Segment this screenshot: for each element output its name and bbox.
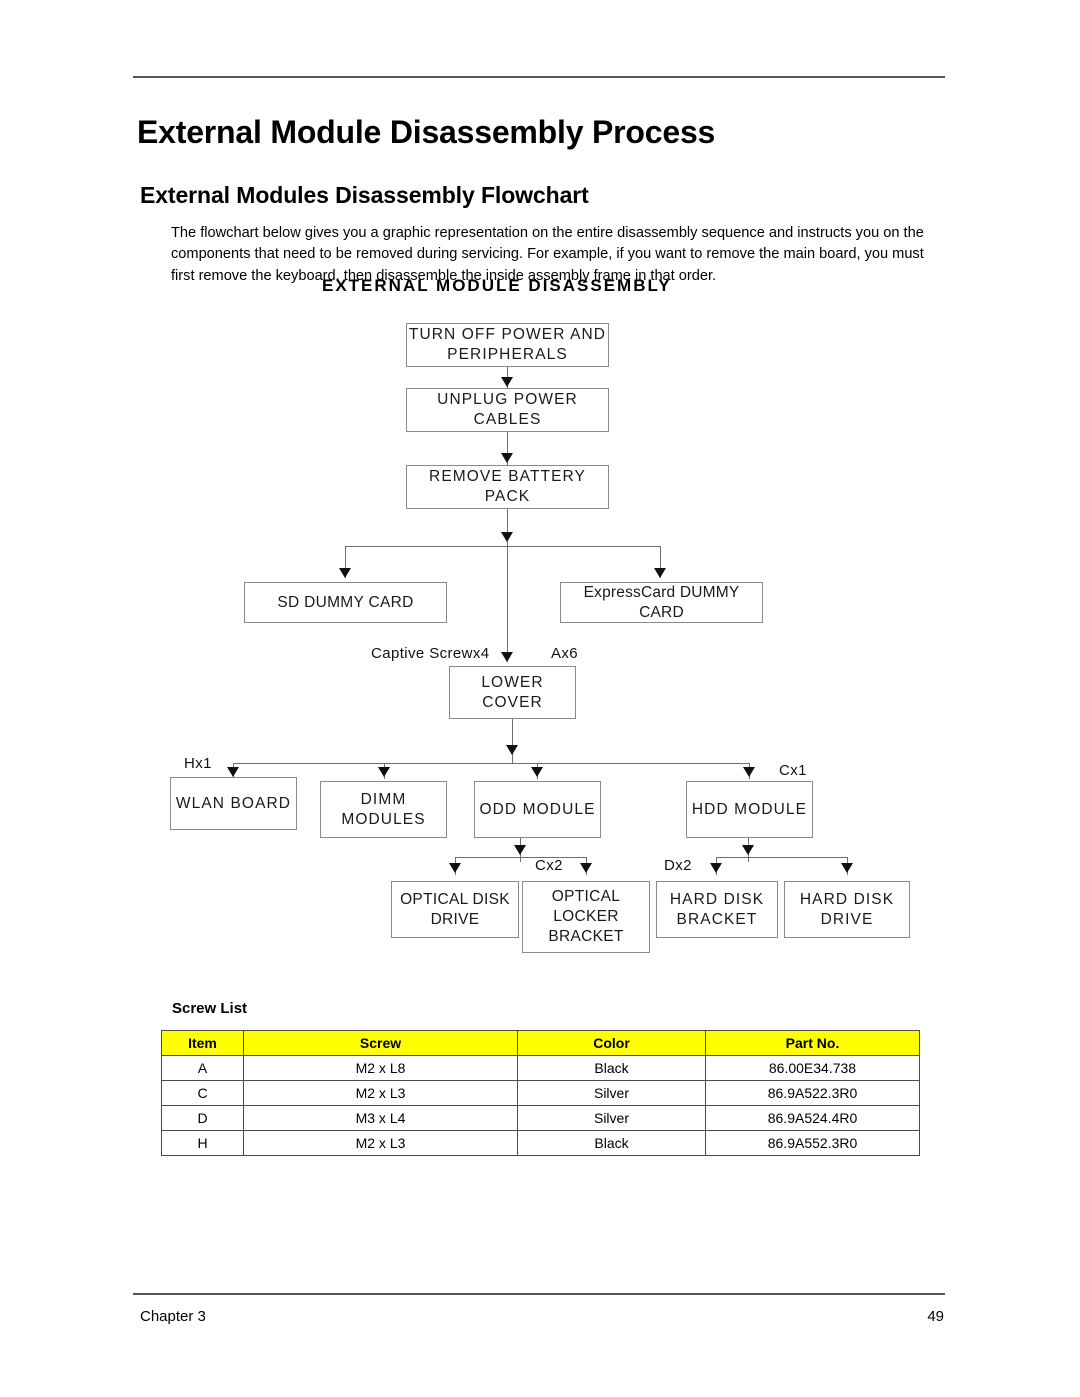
node-optical-disk-drive-label: OPTICAL DISK DRIVE <box>400 890 510 928</box>
label-captive-screw: Captive Screwx4 <box>371 645 490 662</box>
arrow-battery-down <box>501 532 513 542</box>
node-hard-disk-bracket: HARD DISK BRACKET <box>656 881 778 938</box>
column-header-part-no: Part No. <box>705 1030 920 1056</box>
footer-rule <box>133 1293 945 1295</box>
cell-part-no: 86.9A552.3R0 <box>705 1130 920 1156</box>
node-turn-off-power: TURN OFF POWER AND PERIPHERALS <box>406 323 609 367</box>
arrow-odd-down <box>514 845 526 855</box>
node-hard-disk-bracket-label: HARD DISK BRACKET <box>669 890 765 928</box>
cell-screw: M2 x L3 <box>243 1080 518 1106</box>
arrow-to-hard-disk-drive <box>841 863 853 873</box>
node-sd-dummy-card: SD DUMMY CARD <box>244 582 447 623</box>
cell-color: Black <box>517 1055 706 1081</box>
cell-item: H <box>161 1130 244 1156</box>
table-row: H M2 x L3 Black 86.9A552.3R0 <box>161 1130 920 1156</box>
label-a-x6: Ax6 <box>551 645 579 662</box>
column-header-item: Item <box>161 1030 244 1056</box>
arrow-hdd-down <box>742 845 754 855</box>
external-module-disassembly-flowchart: EXTERNAL MODULE DISASSEMBLY TURN OFF POW… <box>0 0 1080 1000</box>
arrow-to-optical-locker-bracket <box>580 863 592 873</box>
cell-color: Black <box>517 1130 706 1156</box>
cell-part-no: 86.00E34.738 <box>705 1055 920 1081</box>
node-hard-disk-drive-label: HARD DISK DRIVE <box>799 890 895 928</box>
node-optical-locker-bracket: OPTICAL LOCKER BRACKET <box>522 881 650 953</box>
node-unplug-power-cables-label: UNPLUG POWER CABLES <box>437 391 578 428</box>
arrow-unplug-to-battery <box>501 453 513 463</box>
node-remove-battery-pack: REMOVE BATTERY PACK <box>406 465 609 509</box>
branch-bar-cards <box>345 546 661 547</box>
cell-part-no: 86.9A524.4R0 <box>705 1105 920 1131</box>
branch-bar-hdd <box>716 857 847 858</box>
node-remove-battery-pack-label: REMOVE BATTERY PACK <box>429 468 586 505</box>
node-odd-module-label: ODD MODULE <box>479 800 596 818</box>
cell-item: C <box>161 1080 244 1106</box>
cell-screw: M2 x L3 <box>243 1130 518 1156</box>
column-header-color: Color <box>517 1030 706 1056</box>
arrow-to-hard-disk-bracket <box>710 863 722 873</box>
arrow-to-optical-disk-drive <box>449 863 461 873</box>
arrow-to-sd-dummy <box>339 568 351 578</box>
cell-screw: M2 x L8 <box>243 1055 518 1081</box>
node-sd-dummy-card-label: SD DUMMY CARD <box>277 593 414 611</box>
node-unplug-power-cables: UNPLUG POWER CABLES <box>406 388 609 432</box>
table-row: D M3 x L4 Silver 86.9A524.4R0 <box>161 1105 920 1131</box>
cell-screw: M3 x L4 <box>243 1105 518 1131</box>
cell-item: A <box>161 1055 244 1081</box>
branch-bar-odd <box>455 857 586 858</box>
node-hard-disk-drive: HARD DISK DRIVE <box>784 881 910 938</box>
label-c-x2: Cx2 <box>535 857 563 874</box>
node-hdd-module-label: HDD MODULE <box>691 800 808 818</box>
node-optical-locker-bracket-label: OPTICAL LOCKER BRACKET <box>548 888 624 945</box>
node-dimm-modules-label: DIMM MODULES <box>341 790 426 828</box>
arrow-to-lower-cover <box>501 652 513 662</box>
arrow-to-expresscard <box>654 568 666 578</box>
node-wlan-board-label: WLAN BOARD <box>175 794 292 812</box>
arrow-power-to-unplug <box>501 377 513 387</box>
table-header-row: Item Screw Color Part No. <box>161 1030 920 1056</box>
label-d-x2: Dx2 <box>664 857 692 874</box>
screw-list-heading: Screw List <box>172 1000 248 1017</box>
connector-lower-cover-down <box>512 719 513 763</box>
cell-color: Silver <box>517 1105 706 1131</box>
node-lower-cover: LOWER COVER <box>449 666 576 719</box>
node-expresscard-dummy-card: ExpressCard DUMMY CARD <box>560 582 763 623</box>
arrow-lower-cover-down <box>506 745 518 755</box>
arrow-to-odd <box>531 767 543 777</box>
node-expresscard-dummy-card-label: ExpressCard DUMMY CARD <box>583 583 740 621</box>
node-lower-cover-label: LOWER COVER <box>481 673 544 711</box>
footer-page-number: 49 <box>927 1308 944 1325</box>
cell-item: D <box>161 1105 244 1131</box>
node-turn-off-power-label: TURN OFF POWER AND PERIPHERALS <box>408 326 607 363</box>
flowchart-title: EXTERNAL MODULE DISASSEMBLY <box>322 276 672 295</box>
column-header-screw: Screw <box>243 1030 518 1056</box>
arrow-to-hdd <box>743 767 755 777</box>
label-c-x1: Cx1 <box>779 762 807 779</box>
node-dimm-modules: DIMM MODULES <box>320 781 447 838</box>
table-row: A M2 x L8 Black 86.00E34.738 <box>161 1055 920 1081</box>
node-hdd-module: HDD MODULE <box>686 781 813 838</box>
screw-list-table: Item Screw Color Part No. A M2 x L8 Blac… <box>161 1030 920 1156</box>
node-odd-module: ODD MODULE <box>474 781 601 838</box>
branch-bar-modules <box>233 763 750 764</box>
cell-part-no: 86.9A522.3R0 <box>705 1080 920 1106</box>
cell-color: Silver <box>517 1080 706 1106</box>
footer-chapter: Chapter 3 <box>140 1308 206 1325</box>
connector-to-lower-cover <box>507 546 508 662</box>
table-row: C M2 x L3 Silver 86.9A522.3R0 <box>161 1080 920 1106</box>
node-wlan-board: WLAN BOARD <box>170 777 297 830</box>
screw-list-body: A M2 x L8 Black 86.00E34.738 C M2 x L3 S… <box>161 1055 920 1156</box>
label-h-x1: Hx1 <box>184 755 212 772</box>
arrow-to-dimm <box>378 767 390 777</box>
node-optical-disk-drive: OPTICAL DISK DRIVE <box>391 881 519 938</box>
arrow-to-wlan <box>227 767 239 777</box>
